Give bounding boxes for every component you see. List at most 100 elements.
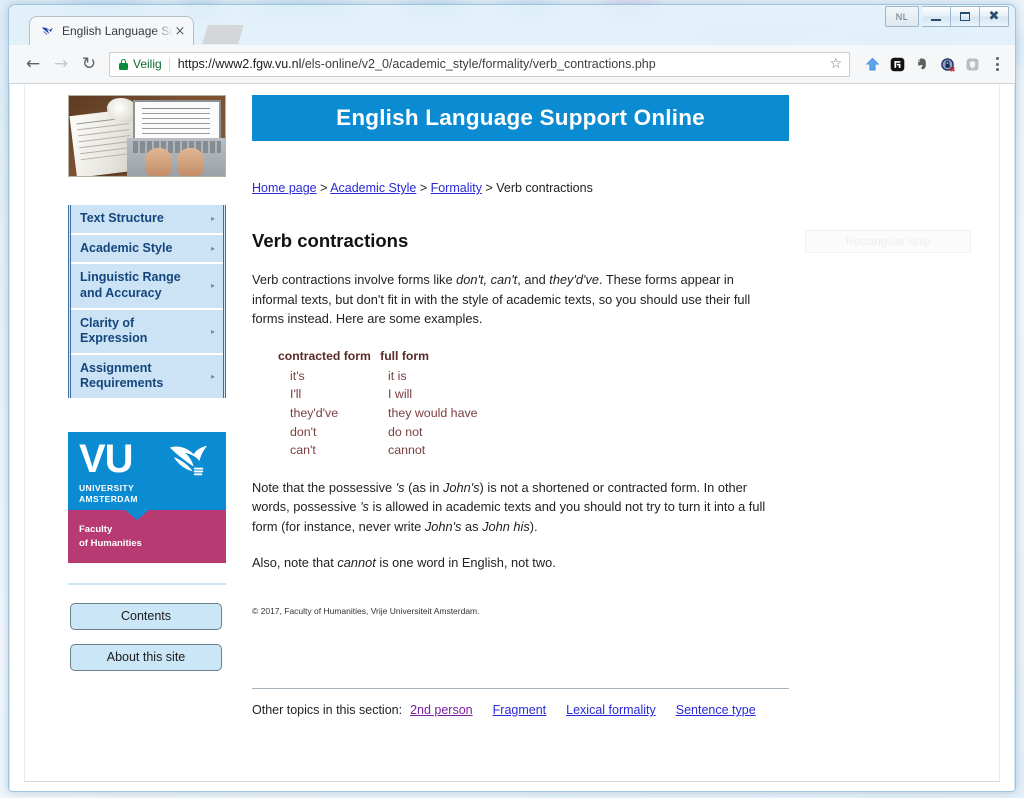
table-row: I'll I will	[278, 385, 975, 404]
sidebar-nav: Text Structure ▸ Academic Style ▸ Lingui…	[68, 205, 226, 398]
sidebar-item-label: Clarity of Expression	[80, 315, 148, 346]
maximize-icon	[960, 12, 970, 21]
sidebar: Text Structure ▸ Academic Style ▸ Lingui…	[68, 95, 228, 671]
note-paragraph: Note that the possessive 's (as in John'…	[252, 479, 766, 534]
black-g-extension-icon[interactable]	[885, 52, 909, 76]
cell-contracted: don't	[290, 424, 317, 439]
rectangular-snip-tooltip: Rectangular Snip	[805, 230, 971, 253]
sidebar-divider	[68, 582, 226, 585]
address-bar[interactable]: Veilig https://www2.fgw.vu.nl/els-online…	[109, 51, 850, 77]
cell-full: cannot	[388, 443, 426, 458]
sidebar-item-label: Text Structure	[80, 211, 164, 225]
minimize-icon	[931, 18, 941, 21]
chevron-right-icon: ▸	[210, 281, 215, 291]
breadcrumb-current: Verb contractions	[496, 181, 593, 195]
other-topic-link-2nd-person[interactable]: 2nd person	[410, 703, 473, 717]
lock-blocked-extension-icon[interactable]	[935, 52, 959, 76]
other-topics: Other topics in this section: 2nd person…	[252, 703, 975, 717]
breadcrumb-link-formality[interactable]: Formality	[431, 181, 482, 195]
table-row: can't cannot	[278, 441, 975, 460]
table-header-col1: contracted form	[278, 348, 371, 363]
sidebar-item-academic-style[interactable]: Academic Style ▸	[71, 234, 223, 265]
new-tab-button[interactable]	[202, 25, 244, 44]
cell-full: do not	[388, 424, 423, 439]
vu-logo-line2: AMSTERDAM	[79, 494, 138, 505]
chevron-right-icon: ▸	[210, 326, 215, 336]
sidebar-item-label: Linguistic Range and Accuracy	[80, 270, 181, 300]
about-this-site-button[interactable]: About this site	[70, 643, 222, 671]
breadcrumb-sep: >	[416, 181, 431, 195]
tab-title: English Language Suppo	[62, 24, 173, 38]
vu-griffin-icon	[39, 23, 55, 39]
other-topic-link-fragment[interactable]: Fragment	[493, 703, 547, 717]
cell-contracted: they'd've	[290, 405, 339, 420]
chevron-right-icon: ▸	[210, 371, 215, 381]
back-button[interactable]: ←	[19, 50, 47, 78]
sidebar-item-label: Academic Style	[80, 240, 173, 255]
browser-menu-button[interactable]	[987, 57, 1007, 71]
vu-logo[interactable]: VU UNIVERSITY AMSTERDAM Faculty of Human…	[68, 432, 226, 563]
table-header: contracted form full form	[278, 349, 975, 363]
evernote-extension-icon[interactable]	[910, 52, 934, 76]
vu-logo-line1: UNIVERSITY	[79, 482, 135, 493]
breadcrumb-sep: >	[316, 181, 331, 195]
table-header-col2: full form	[380, 348, 429, 363]
breadcrumb: Home page > Academic Style > Formality >…	[252, 181, 975, 195]
cell-contracted: can't	[290, 443, 316, 458]
close-button[interactable]: ✖	[980, 6, 1009, 27]
window-controls: NL ✖	[885, 6, 1009, 27]
chevron-right-icon: ▸	[210, 214, 215, 224]
sidebar-item-label: Assignment Requirements	[80, 360, 164, 391]
minimize-button[interactable]	[922, 6, 951, 27]
other-topic-link-lexical-formality[interactable]: Lexical formality	[566, 703, 656, 717]
cell-full: I will	[388, 387, 413, 402]
browser-toolbar: ← → ↻ Veilig https://www2.fgw.vu.nl/els-…	[9, 45, 1015, 84]
copyright-text: © 2017, Faculty of Humanities, Vrije Uni…	[252, 606, 480, 617]
vu-logo-university-line: UNIVERSITY AMSTERDAM	[79, 483, 226, 506]
browser-tab[interactable]: English Language Suppo ×	[29, 16, 194, 45]
security-label: Veilig	[133, 57, 162, 71]
browser-window: NL ✖ English Language Suppo × ← → ↻	[8, 4, 1016, 792]
contents-button[interactable]: Contents	[70, 602, 222, 630]
hero-image	[68, 95, 226, 177]
url-host: https://www2.fgw.vu.nl	[177, 57, 302, 71]
faculty-line1: Faculty	[79, 524, 113, 535]
blue-arrow-extension-icon[interactable]	[860, 52, 884, 76]
maximize-button[interactable]	[951, 6, 980, 27]
main-content: English Language Support Online Home pag…	[252, 95, 975, 717]
breadcrumb-link-home[interactable]: Home page	[252, 181, 317, 195]
forward-button[interactable]: →	[47, 50, 75, 78]
table-row: they'd've they would have	[278, 404, 975, 423]
close-icon: ✖	[988, 9, 1000, 24]
cell-full: it is	[388, 368, 407, 383]
language-indicator[interactable]: NL	[885, 6, 919, 27]
omnibox-separator	[168, 56, 170, 72]
sidebar-item-clarity-of-expression[interactable]: Clarity of Expression ▸	[71, 309, 223, 355]
also-paragraph: Also, note that cannot is one word in En…	[252, 554, 556, 570]
footer-divider	[252, 688, 789, 690]
breadcrumb-sep: >	[482, 181, 497, 195]
breadcrumb-link-academic-style[interactable]: Academic Style	[330, 181, 416, 195]
url-text: https://www2.fgw.vu.nl/els-online/v2_0/a…	[178, 57, 826, 71]
vu-logo-faculty: Faculty of Humanities	[68, 509, 226, 563]
tab-close-icon[interactable]: ×	[173, 25, 187, 38]
intro-paragraph: Verb contractions involve forms like don…	[252, 272, 751, 327]
page-viewport: Text Structure ▸ Academic Style ▸ Lingui…	[9, 84, 1015, 791]
sidebar-item-text-structure[interactable]: Text Structure ▸	[71, 205, 223, 235]
bookmark-star-icon[interactable]: ☆	[826, 56, 842, 72]
griffin-icon	[166, 440, 212, 485]
sidebar-item-assignment-requirements[interactable]: Assignment Requirements ▸	[71, 354, 223, 398]
contractions-table: contracted form full form it's it is I'l…	[278, 349, 975, 460]
other-topic-link-sentence-type[interactable]: Sentence type	[676, 703, 756, 717]
chevron-right-icon: ▸	[210, 243, 215, 253]
shield-extension-icon[interactable]	[960, 52, 984, 76]
faculty-line2: of Humanities	[79, 537, 142, 549]
page-frame: Text Structure ▸ Academic Style ▸ Lingui…	[24, 84, 1000, 782]
cell-full: they would have	[388, 405, 478, 420]
reload-button[interactable]: ↻	[75, 50, 103, 78]
tab-strip: NL ✖ English Language Suppo ×	[9, 5, 1015, 45]
sidebar-item-linguistic-range-and-accuracy[interactable]: Linguistic Range and Accuracy ▸	[71, 264, 223, 310]
site-banner-title: English Language Support Online	[336, 105, 705, 130]
vu-logo-top: VU UNIVERSITY AMSTERDAM	[68, 432, 226, 510]
table-row: don't do not	[278, 423, 975, 442]
